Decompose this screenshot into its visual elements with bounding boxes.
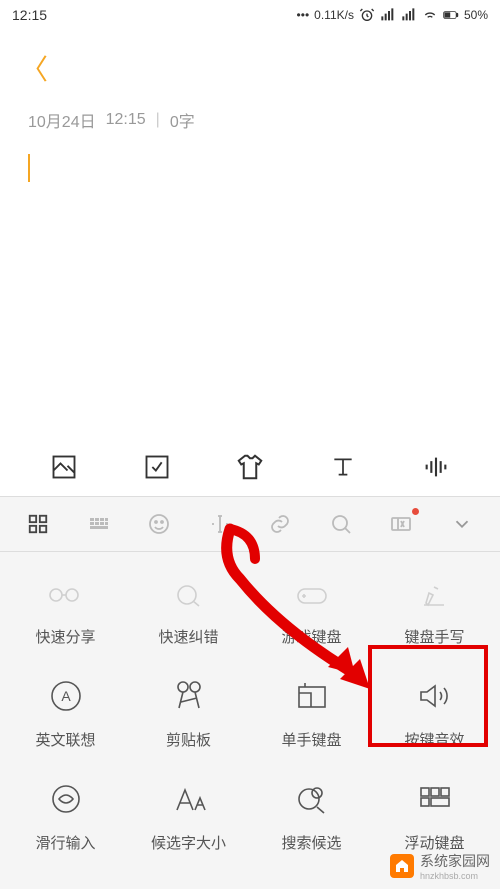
image-icon[interactable] (49, 452, 79, 482)
panel-label: 游戏键盘 (281, 626, 341, 647)
ime-toolbar (0, 496, 500, 552)
clipboard[interactable]: 剪贴板 (127, 665, 250, 768)
panel-label: 按键音效 (404, 729, 464, 750)
panel-row-1: 快速分享 快速纠错 游戏键盘 键盘手写 (0, 570, 500, 665)
quick-correct[interactable]: 快速纠错 (127, 570, 250, 665)
game-keyboard[interactable]: 游戏键盘 (250, 570, 373, 665)
panel-label: 浮动键盘 (404, 832, 464, 853)
chevron-down-icon[interactable] (448, 510, 476, 538)
settings-panel: 快速分享 快速纠错 游戏键盘 键盘手写 A 英文联想 剪贴板 单手键盘 (0, 552, 500, 889)
text-icon[interactable] (328, 452, 358, 482)
search-icon[interactable] (327, 510, 355, 538)
correct-icon (168, 574, 210, 616)
watermark-title: 系统家园网 (420, 853, 490, 869)
meta-date: 10月24日 (28, 108, 96, 132)
clipboard-icon (168, 675, 210, 717)
editor-toolbar (0, 438, 500, 496)
onehand-icon (291, 675, 333, 717)
net-speed: 0.11K/s (314, 8, 354, 22)
key-sound[interactable]: 按键音效 (373, 665, 496, 768)
keyboard-icon[interactable] (85, 510, 113, 538)
swipe-input[interactable]: 滑行输入 (4, 768, 127, 871)
english-predict[interactable]: A 英文联想 (4, 665, 127, 768)
meta-sep: | (156, 111, 160, 129)
panel-label: 单手键盘 (281, 729, 341, 750)
text-cursor (28, 154, 30, 182)
panel-label: 键盘手写 (404, 626, 464, 647)
link-icon[interactable] (266, 510, 294, 538)
note-meta: 10月24日 12:15 | 0字 (0, 96, 500, 144)
panel-label: 快速分享 (35, 626, 95, 647)
meta-time: 12:15 (106, 111, 146, 129)
panel-row-2: A 英文联想 剪贴板 单手键盘 按键音效 (0, 665, 500, 768)
editor-area[interactable] (0, 144, 500, 197)
alarm-icon (359, 7, 375, 23)
searchcand-icon (291, 778, 333, 820)
battery-icon (443, 7, 459, 23)
coupon-icon[interactable] (387, 510, 415, 538)
battery-pct: 50% (464, 8, 488, 22)
candidate-size[interactable]: 候选字大小 (127, 768, 250, 871)
handwrite[interactable]: 键盘手写 (373, 570, 496, 665)
back-button[interactable]: 〈 (20, 54, 48, 85)
watermark-logo (390, 854, 414, 878)
cursor-icon[interactable] (206, 510, 234, 538)
sound-icon (414, 675, 456, 717)
quick-share[interactable]: 快速分享 (4, 570, 127, 665)
svg-text:A: A (61, 688, 71, 704)
voice-icon[interactable] (421, 452, 451, 482)
status-dots: ••• (297, 8, 310, 22)
panel-label: 搜索候选 (281, 832, 341, 853)
wifi-icon (422, 7, 438, 23)
panel-label: 剪贴板 (166, 729, 211, 750)
english-icon: A (45, 675, 87, 717)
game-icon (291, 574, 333, 616)
status-time: 12:15 (12, 7, 47, 23)
watermark: 系统家园网 hnzkhbsb.com (390, 851, 490, 881)
nav-bar: 〈 (0, 30, 500, 96)
swipe-icon (45, 778, 87, 820)
status-right: ••• 0.11K/s 50% (297, 7, 488, 23)
signal-icon (380, 7, 396, 23)
search-candidate[interactable]: 搜索候选 (250, 768, 373, 871)
handwrite-icon (414, 574, 456, 616)
meta-words: 0字 (170, 108, 195, 132)
fontsize-icon (168, 778, 210, 820)
checkbox-icon[interactable] (142, 452, 172, 482)
panel-label: 英文联想 (35, 729, 95, 750)
watermark-sub: hnzkhbsb.com (420, 871, 490, 881)
float-icon (414, 778, 456, 820)
panel-label: 快速纠错 (158, 626, 218, 647)
onehand-keyboard[interactable]: 单手键盘 (250, 665, 373, 768)
panel-label: 滑行输入 (35, 832, 95, 853)
notification-dot (412, 508, 419, 515)
signal2-icon (401, 7, 417, 23)
status-bar: 12:15 ••• 0.11K/s 50% (0, 0, 500, 30)
grid-icon[interactable] (24, 510, 52, 538)
panel-label: 候选字大小 (151, 832, 226, 853)
emoji-icon[interactable] (145, 510, 173, 538)
shirt-icon[interactable] (235, 452, 265, 482)
share-icon (45, 574, 87, 616)
